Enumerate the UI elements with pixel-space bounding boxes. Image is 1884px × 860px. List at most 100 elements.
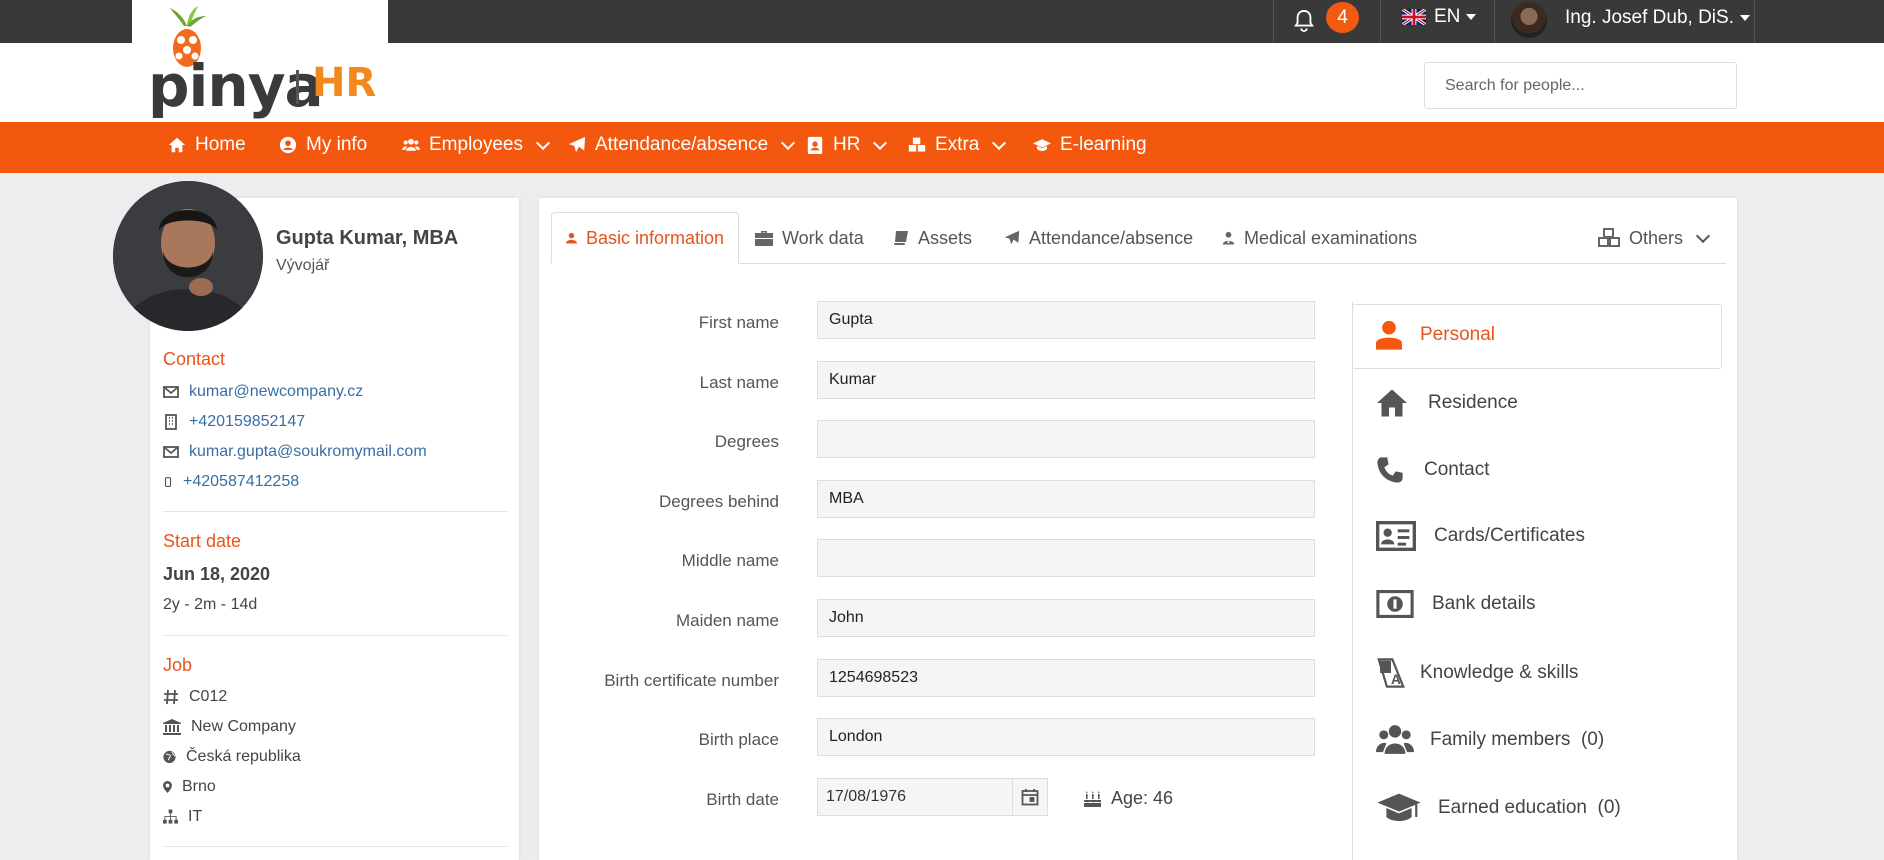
side-item-knowledge-skills[interactable]: A Knowledge & skills xyxy=(1376,656,1578,690)
tab-label: Medical examinations xyxy=(1244,227,1418,248)
money-bill-icon xyxy=(1376,590,1414,618)
side-item-residence[interactable]: Residence xyxy=(1376,388,1518,418)
side-item-family-members[interactable]: Family members (0) xyxy=(1376,722,1604,758)
nav-attendance[interactable]: Attendance/absence xyxy=(568,134,796,156)
topbar-divider xyxy=(1273,0,1274,43)
tab-basic-information[interactable]: Basic information xyxy=(551,212,739,264)
nav-e-learning[interactable]: E-learning xyxy=(1033,134,1147,156)
chevron-down-icon xyxy=(781,135,796,150)
nav-label: E-learning xyxy=(1060,134,1147,155)
nav-extra[interactable]: Extra xyxy=(908,134,1007,156)
sitemap-icon xyxy=(163,809,178,824)
uk-flag-icon[interactable] xyxy=(1402,9,1426,25)
contact-private-email[interactable]: kumar.gupta@soukromymail.com xyxy=(163,443,427,461)
svg-text:A: A xyxy=(1391,672,1401,687)
degrees-label: Degrees xyxy=(714,432,779,451)
contact-work-phone[interactable]: +420159852147 xyxy=(163,413,305,431)
profile-role: Vývojář xyxy=(276,257,330,274)
middle-name-input[interactable] xyxy=(817,539,1315,577)
job-city: Brno xyxy=(163,778,216,796)
people-search-input[interactable] xyxy=(1424,62,1737,109)
job-section-title: Job xyxy=(163,655,193,675)
birth-certificate-number-label: Birth certificate number xyxy=(604,671,779,690)
tenure-value: 2y - 2m - 14d xyxy=(163,596,258,613)
tab-label: Others xyxy=(1629,227,1684,248)
envelope-icon xyxy=(163,446,179,458)
building-phone-icon xyxy=(165,414,177,430)
briefcase-icon xyxy=(755,231,773,246)
start-date-value: Jun 18, 2020 xyxy=(163,564,271,584)
side-item-earned-education[interactable]: Earned education (0) xyxy=(1376,790,1621,826)
first-name-input[interactable] xyxy=(817,301,1315,339)
date-picker-button[interactable] xyxy=(1012,778,1048,816)
user-avatar[interactable] xyxy=(1511,2,1547,38)
caret-down-icon xyxy=(1739,14,1750,21)
profile-photo xyxy=(113,181,263,331)
birth-place-input[interactable] xyxy=(817,718,1315,756)
person-photo-icon xyxy=(113,181,263,331)
tab-others[interactable]: Others xyxy=(1584,212,1722,264)
chevron-down-icon xyxy=(873,135,888,150)
maiden-name-input[interactable] xyxy=(817,599,1315,637)
hashtag-icon xyxy=(164,689,178,705)
graduation-cap-icon xyxy=(1033,139,1051,151)
bell-icon[interactable] xyxy=(1293,9,1315,33)
mobile-icon xyxy=(164,477,172,487)
phone-icon xyxy=(1377,457,1403,483)
middle-name-label: Middle name xyxy=(681,551,779,570)
nav-employees[interactable]: Employees xyxy=(402,134,551,156)
user-icon xyxy=(1376,320,1402,350)
topbar-divider xyxy=(1380,0,1381,43)
side-item-label: Personal xyxy=(1420,324,1495,345)
envelope-icon xyxy=(163,386,179,398)
degrees-input[interactable] xyxy=(817,420,1315,458)
users-icon xyxy=(1376,725,1414,754)
chevron-down-icon xyxy=(535,135,551,150)
birth-place-label: Birth place xyxy=(698,730,779,749)
home-icon xyxy=(1377,389,1407,417)
nav-label: HR xyxy=(833,134,861,155)
user-menu[interactable]: Ing. Josef Dub, DiS. xyxy=(1565,7,1750,29)
birth-certificate-number-input[interactable] xyxy=(817,659,1315,697)
id-card-icon xyxy=(1376,521,1416,551)
tab-attendance-absence[interactable]: Attendance/absence xyxy=(990,212,1207,264)
contact-work-email[interactable]: kumar@newcompany.cz xyxy=(163,383,363,401)
side-item-contact[interactable]: Contact xyxy=(1376,456,1489,484)
age-display: Age: 46 xyxy=(1083,788,1173,809)
home-icon xyxy=(168,137,186,153)
degrees-behind-input[interactable] xyxy=(817,480,1315,518)
last-name-input[interactable] xyxy=(817,361,1315,399)
contact-mobile[interactable]: +420587412258 xyxy=(163,473,299,491)
job-company: New Company xyxy=(163,718,296,736)
nav-home[interactable]: Home xyxy=(168,134,246,156)
nav-hr[interactable]: HR xyxy=(806,134,888,156)
side-item-bank-details[interactable]: Bank details xyxy=(1376,590,1536,618)
nav-label: Home xyxy=(195,134,246,155)
maiden-name-label: Maiden name xyxy=(675,611,779,630)
birthday-cake-icon xyxy=(1084,790,1101,807)
divider xyxy=(163,635,507,636)
side-item-cards-certificates[interactable]: Cards/Certificates xyxy=(1376,521,1585,551)
topbar-divider xyxy=(1754,0,1755,43)
side-item-personal[interactable]: Personal xyxy=(1376,320,1495,350)
tab-medical-examinations[interactable]: Medical examinations xyxy=(1208,212,1431,264)
divider xyxy=(163,511,507,512)
side-menu xyxy=(1352,302,1722,860)
tab-assets[interactable]: Assets xyxy=(879,212,986,264)
nav-my-info[interactable]: My info xyxy=(279,134,367,156)
nav-label: Extra xyxy=(935,134,980,155)
book-icon xyxy=(894,231,908,245)
job-code: C012 xyxy=(163,688,227,706)
contact-section-title: Contact xyxy=(163,349,226,369)
graduation-cap-icon xyxy=(1377,793,1421,822)
birth-date-input[interactable] xyxy=(817,778,1013,816)
user-name: Ing. Josef Dub, DiS. xyxy=(1565,7,1734,28)
language-selector[interactable]: EN xyxy=(1434,6,1477,28)
tab-label: Assets xyxy=(918,227,973,248)
notification-badge[interactable]: 4 xyxy=(1326,2,1359,33)
cubes-icon xyxy=(908,137,926,152)
users-icon xyxy=(402,138,420,151)
tab-work-data[interactable]: Work data xyxy=(741,212,878,264)
nav-label: My info xyxy=(306,134,368,155)
calendar-icon xyxy=(1021,789,1039,806)
